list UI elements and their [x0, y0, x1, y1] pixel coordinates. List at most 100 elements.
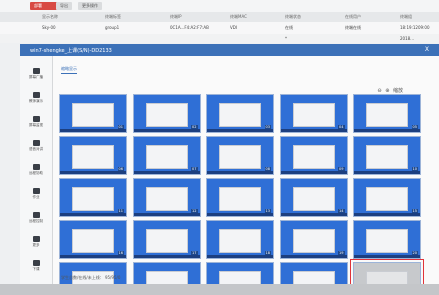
zoom-controls: ⊖ ⊕ 缩放 — [375, 87, 403, 94]
sidebar-item-label: 语音对讲 — [29, 147, 43, 151]
thumbnail-number: 18 — [264, 251, 271, 255]
sidebar-item-more[interactable]: 更多 — [20, 236, 52, 248]
thumbnail-number: 17 — [191, 251, 198, 255]
thumbnail-number: 10 — [411, 167, 418, 171]
taskbar — [133, 129, 200, 132]
taskbar — [60, 213, 126, 216]
column-header[interactable]: 终端MAC — [230, 14, 247, 20]
thumbnail-number: 20 — [411, 251, 418, 255]
taskbar — [280, 255, 347, 258]
sidebar-item-voice[interactable]: 语音对讲 — [20, 140, 52, 152]
taskbar — [280, 129, 347, 132]
cell-mac: 0C1A...F4:A2:F7:AB — [170, 25, 209, 30]
table-row[interactable]: * 2018... — [0, 34, 439, 43]
student-thumbnail[interactable]: 07 — [132, 136, 201, 175]
desktop-window — [219, 145, 261, 169]
desktop-window — [72, 145, 114, 169]
desktop-window — [145, 229, 188, 253]
student-thumbnail[interactable]: 08 — [206, 136, 274, 175]
exit-icon — [32, 260, 40, 266]
sidebar-item-demo[interactable]: 教师演示 — [20, 92, 52, 104]
sidebar-item-homework[interactable]: 作业 — [20, 188, 52, 200]
desktop-window — [292, 187, 335, 211]
student-thumbnail[interactable]: 01 — [59, 94, 127, 133]
student-thumbnail[interactable]: 05 — [353, 94, 421, 133]
cell-status: 在线 — [285, 25, 293, 30]
desktop-window — [366, 145, 408, 169]
sidebar-item-label: 教师演示 — [29, 99, 43, 103]
thumbnail-number: 14 — [338, 209, 345, 213]
thumbnail-number: 11 — [117, 209, 124, 213]
screen: 部署 导出 更多操作 显示名称 终端标签 终端IP 终端MAC 终端状态 在线用… — [0, 0, 439, 295]
taskbar — [133, 255, 200, 258]
student-thumbnail[interactable]: 11 — [59, 178, 127, 217]
sidebar-item-label: 下课 — [32, 267, 40, 271]
thumbnail-number: 13 — [264, 209, 271, 213]
sidebar-item-label: 远程控制 — [29, 219, 43, 223]
student-thumbnail[interactable]: 15 — [353, 178, 421, 217]
desktop-window — [219, 103, 261, 127]
student-thumbnail[interactable]: 04 — [279, 94, 348, 133]
student-thumbnail[interactable]: 10 — [353, 136, 421, 175]
taskbar — [354, 129, 420, 132]
thumbnail-number: 15 — [411, 209, 418, 213]
sidebar: 屏幕广播 教师演示 屏幕监视 语音对讲 远程协助 作业 远程控制 更多 下课 — [20, 56, 53, 295]
window-titlebar[interactable]: win7-shengke_上课(S/N)-DD2133 X — [20, 44, 439, 56]
thumbnail-number: 05 — [411, 125, 418, 129]
assist-icon — [32, 164, 40, 170]
more-icon — [32, 236, 40, 242]
sidebar-item-remote[interactable]: 远程控制 — [20, 212, 52, 224]
desktop-window — [145, 145, 188, 169]
student-thumbnail[interactable]: 02 — [132, 94, 201, 133]
cell-time: 18:19:1209:00 — [400, 25, 430, 30]
cell-status: * — [285, 36, 287, 41]
desktop-window — [292, 145, 335, 169]
desktop-window — [219, 229, 261, 253]
student-thumbnail[interactable]: 09 — [279, 136, 348, 175]
main-panel: 缩略显示 ⊖ ⊕ 缩放 01 02 03 04 05 06 07 08 09 10 11 12 13 14… — [53, 56, 439, 295]
student-thumbnail[interactable]: 20 — [353, 220, 421, 259]
thumbnail-number: 02 — [191, 125, 198, 129]
taskbar — [133, 171, 200, 174]
cell-os: VDI — [230, 25, 237, 30]
student-thumbnail[interactable]: 13 — [206, 178, 274, 217]
sidebar-item-end-class[interactable]: 下课 — [20, 260, 52, 272]
folder-icon — [32, 188, 40, 194]
sidebar-item-monitor[interactable]: 屏幕监视 — [20, 116, 52, 128]
student-thumbnail[interactable]: 19 — [279, 220, 348, 259]
taskbar — [60, 129, 126, 132]
thumbnail-number: 16 — [117, 251, 124, 255]
desktop-window — [145, 103, 188, 127]
desktop-window — [219, 187, 261, 211]
student-thumbnail[interactable]: 03 — [206, 94, 274, 133]
student-thumbnail[interactable]: 12 — [132, 178, 201, 217]
cell-group: group1 — [105, 25, 120, 30]
column-header[interactable]: 终端IP — [170, 14, 182, 20]
table-row[interactable]: Sky-00 group1 0C1A...F4:A2:F7:AB VDI 在线 … — [0, 22, 439, 34]
column-header[interactable]: 终端状态 — [285, 14, 301, 20]
student-thumbnail[interactable]: 17 — [132, 220, 201, 259]
desktop-window — [72, 187, 114, 211]
student-thumbnail[interactable]: 18 — [206, 220, 274, 259]
student-thumbnail[interactable]: 06 — [59, 136, 127, 175]
tab-thumbnail[interactable]: 缩略显示 — [61, 66, 77, 74]
sidebar-item-broadcast[interactable]: 屏幕广播 — [20, 68, 52, 80]
sidebar-item-assist[interactable]: 远程协助 — [20, 164, 52, 176]
cell-name: Sky-00 — [42, 25, 56, 30]
toolbar-button-more[interactable]: 更多操作 — [78, 2, 102, 10]
column-header[interactable]: 终端组 — [400, 14, 412, 20]
window-title: win7-shengke_上课(S/N)-DD2133 — [30, 48, 112, 54]
taskbar — [354, 213, 420, 216]
close-icon[interactable]: X — [425, 46, 429, 53]
column-header[interactable]: 显示名称 — [42, 14, 58, 20]
toolbar-button-export[interactable]: 导出 — [56, 2, 72, 10]
column-header[interactable]: 终端标签 — [105, 14, 121, 20]
student-thumbnail[interactable]: 16 — [59, 220, 127, 259]
student-thumbnail[interactable]: 14 — [279, 178, 348, 217]
teacher-icon — [32, 92, 40, 98]
monitor-icon — [32, 68, 40, 74]
desktop-window — [72, 103, 114, 127]
bottom-bezel — [0, 284, 439, 295]
column-header[interactable]: 在线用户 — [345, 14, 361, 20]
thumbnail-number: 12 — [191, 209, 198, 213]
